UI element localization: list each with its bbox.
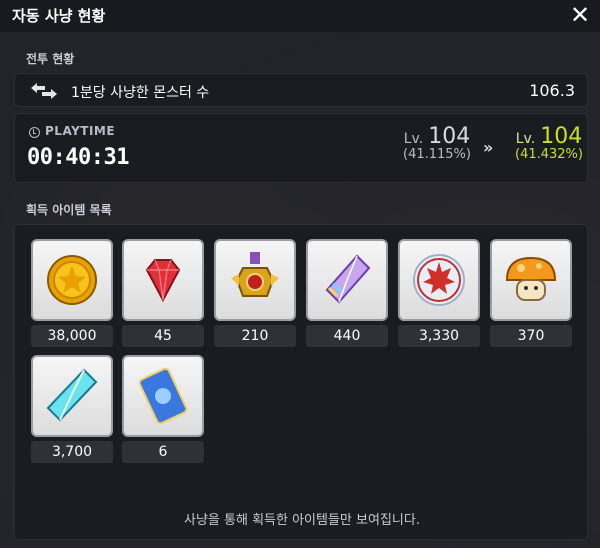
auto-hunt-window: 자동 사냥 현황 ✕ 전투 현황 1분당 사냥한 몬스터 수 106.3 PLA…: [0, 0, 600, 548]
playtime-label: PLAYTIME: [45, 124, 116, 138]
red-gem-icon: [145, 259, 181, 303]
list-item[interactable]: 38,000: [31, 239, 113, 347]
item-tile[interactable]: [122, 239, 204, 321]
item-count: 3,700: [31, 441, 113, 463]
item-count: 45: [122, 325, 204, 347]
item-count: 370: [490, 325, 572, 347]
list-item[interactable]: 210: [214, 239, 296, 347]
list-item[interactable]: 6: [122, 355, 204, 463]
item-count: 38,000: [31, 325, 113, 347]
level-before-percent: (41.115%): [403, 147, 471, 162]
blue-crystal-icon: [46, 368, 98, 422]
items-section-label: 획득 아이템 목록: [26, 203, 112, 217]
level-arrow-icon: »: [483, 138, 494, 157]
combat-section-label: 전투 현황: [26, 52, 75, 66]
double-arrow-icon: [31, 83, 57, 99]
item-count: 210: [214, 325, 296, 347]
level-after: Lv. 104 (41.432%): [499, 124, 599, 162]
level-after-prefix: Lv.: [515, 131, 536, 147]
item-tile[interactable]: [31, 355, 113, 437]
playtime-value: 00:40:31: [27, 145, 129, 170]
item-count: 6: [122, 441, 204, 463]
gold-coin-icon: [47, 255, 97, 305]
item-tile[interactable]: [398, 239, 480, 321]
clock-icon: [29, 127, 40, 138]
footer-note: 사냥을 통해 획득한 아이템들만 보여집니다.: [184, 513, 420, 528]
orange-mushroom-icon: [505, 256, 557, 301]
level-before-prefix: Lv.: [403, 131, 424, 147]
blue-card-icon: [138, 367, 188, 425]
playtime-row: PLAYTIME 00:40:31 Lv. 104 (41.115%) » Lv…: [14, 113, 588, 183]
list-item[interactable]: 370: [490, 239, 572, 347]
kills-per-minute-row: 1분당 사냥한 몬스터 수 106.3: [14, 73, 588, 107]
item-tile[interactable]: [306, 239, 388, 321]
item-list-panel: 38,000 45 210 440 3,330 370 3,700 6 사냥을 …: [14, 224, 588, 540]
item-tile[interactable]: [31, 239, 113, 321]
list-item[interactable]: 440: [306, 239, 388, 347]
kills-per-minute-label: 1분당 사냥한 몬스터 수: [71, 85, 210, 101]
rainbow-crystal-icon: [325, 254, 371, 304]
item-tile[interactable]: [490, 239, 572, 321]
item-count: 440: [306, 325, 388, 347]
list-item[interactable]: 45: [122, 239, 204, 347]
list-item[interactable]: 3,700: [31, 355, 113, 463]
medal-icon: [231, 252, 279, 297]
title-bar: 자동 사냥 현황 ✕: [0, 0, 600, 32]
window-title: 자동 사냥 현황: [12, 7, 106, 25]
item-tile[interactable]: [214, 239, 296, 321]
level-before: Lv. 104 (41.115%): [387, 124, 487, 162]
level-after-number: 104: [540, 124, 583, 149]
close-icon[interactable]: ✕: [566, 1, 594, 29]
level-before-number: 104: [428, 124, 471, 149]
item-tile[interactable]: [122, 355, 204, 437]
level-after-percent: (41.432%): [515, 147, 583, 162]
item-count: 3,330: [398, 325, 480, 347]
maple-leaf-icon: [413, 254, 465, 306]
kills-per-minute-value: 106.3: [529, 81, 575, 100]
list-item[interactable]: 3,330: [398, 239, 480, 347]
